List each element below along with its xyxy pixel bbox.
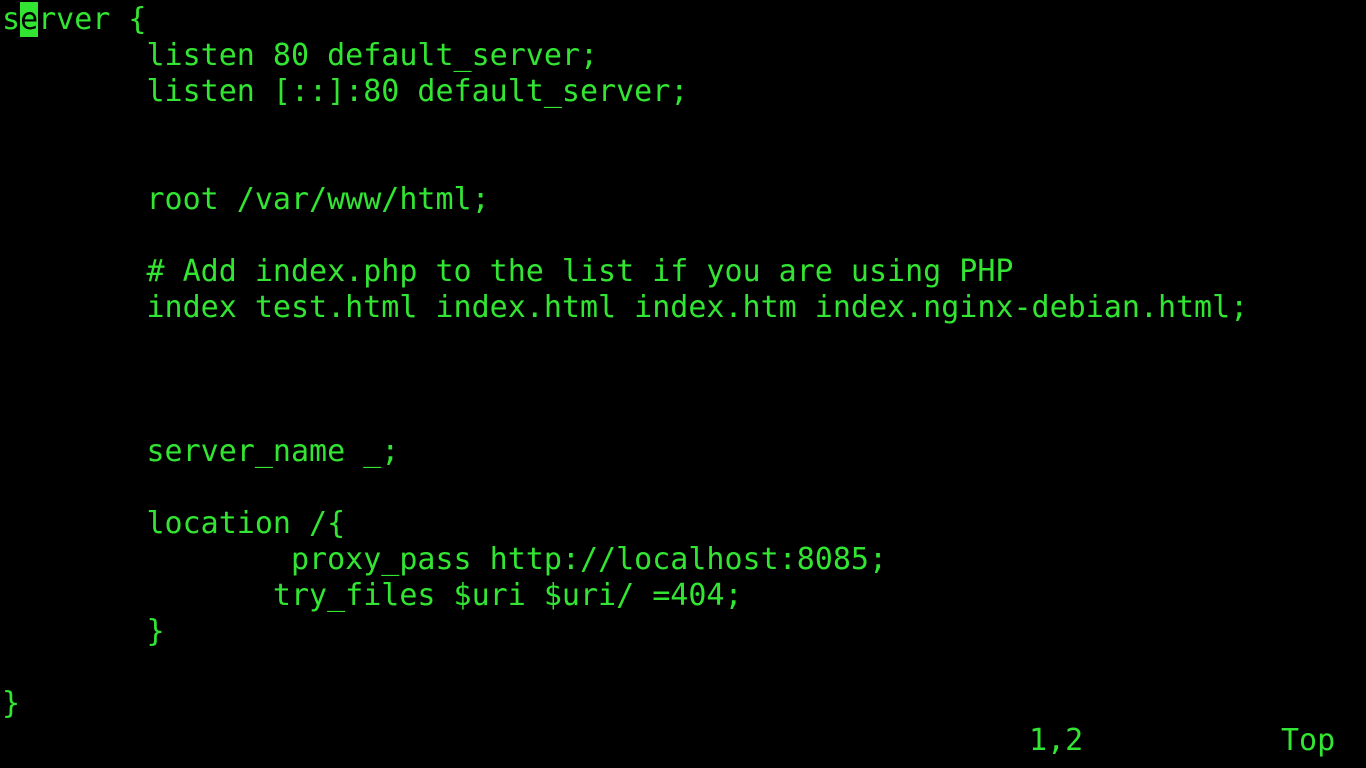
code-line-2[interactable]: listen 80 default_server; xyxy=(2,38,598,74)
code-text: s xyxy=(2,2,21,37)
code-line-15[interactable]: location /{ xyxy=(2,506,345,542)
cursor-position-indicator: 1,2 xyxy=(1029,723,1084,758)
vim-editor-window[interactable]: server { listen 80 default_server; liste… xyxy=(0,0,1366,768)
code-line-8[interactable]: # Add index.php to the list if you are u… xyxy=(2,254,1013,290)
code-line-9[interactable]: index test.html index.html index.htm ind… xyxy=(2,290,1248,326)
code-text: rver { xyxy=(38,2,147,37)
code-line-6[interactable]: root /var/www/html; xyxy=(2,182,489,218)
code-line-1[interactable]: server { xyxy=(2,2,147,38)
text-cursor: e xyxy=(20,2,39,37)
code-line-17[interactable]: try_files $uri $uri/ =404; xyxy=(2,578,743,614)
code-line-3[interactable]: listen [::]:80 default_server; xyxy=(2,74,688,110)
code-line-13[interactable]: server_name _; xyxy=(2,434,399,470)
code-line-20[interactable]: } xyxy=(2,686,20,722)
scroll-position-indicator: Top xyxy=(1281,723,1336,758)
code-line-18[interactable]: } xyxy=(2,614,164,650)
code-line-16[interactable]: proxy_pass http://localhost:8085; xyxy=(2,542,887,578)
